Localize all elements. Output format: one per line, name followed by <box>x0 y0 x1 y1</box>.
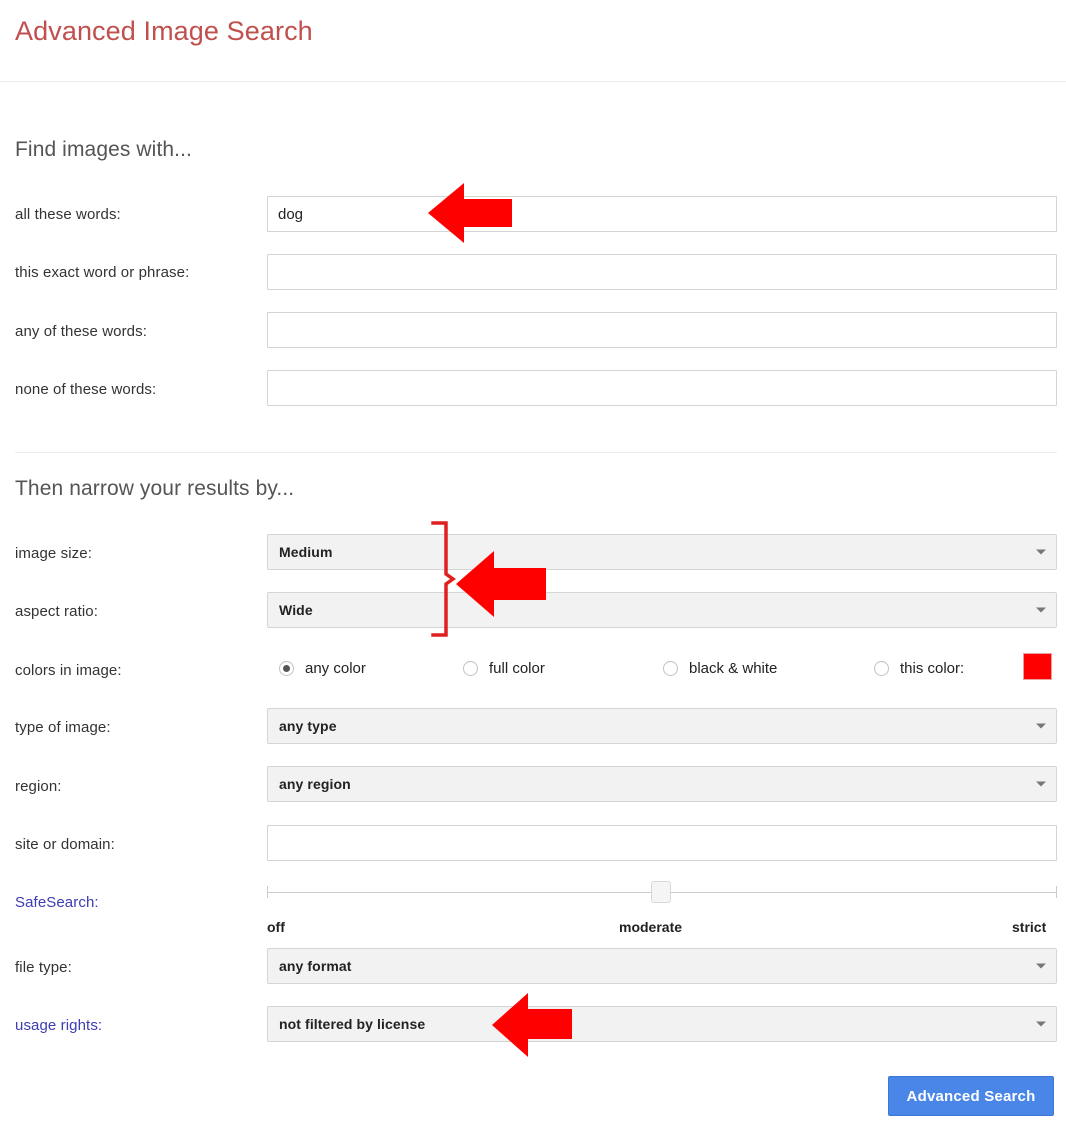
select-file-type[interactable]: any format <box>267 948 1057 984</box>
select-type-of-image-value: any type <box>279 718 337 734</box>
chevron-down-icon <box>1036 549 1046 555</box>
select-region[interactable]: any region <box>267 766 1057 802</box>
find-images-heading: Find images with... <box>15 138 192 161</box>
radio-button-icon <box>663 660 678 676</box>
safesearch-slider-thumb[interactable] <box>651 881 671 903</box>
label-file-type: file type: <box>15 959 72 976</box>
advanced-search-button[interactable]: Advanced Search <box>888 1076 1054 1116</box>
label-aspect-ratio: aspect ratio: <box>15 603 99 620</box>
radio-button-icon <box>279 660 294 676</box>
input-all-these-words[interactable] <box>267 196 1057 232</box>
radio-black-and-white-label: black & white <box>689 659 778 677</box>
select-file-type-value: any format <box>279 958 352 974</box>
select-aspect-ratio-value: Wide <box>279 602 313 618</box>
radio-this-color-label: this color: <box>900 659 965 677</box>
input-site-or-domain[interactable] <box>267 825 1057 861</box>
label-type-of-image: type of image: <box>15 719 111 736</box>
radio-button-icon <box>463 660 478 676</box>
radio-full-color-label: full color <box>489 659 545 677</box>
advanced-image-search-page: Advanced Image Search Find images with..… <box>0 0 1066 1125</box>
radio-any-color-label: any color <box>305 659 366 677</box>
header-divider <box>0 81 1066 82</box>
chevron-down-icon <box>1036 963 1046 969</box>
label-usage-rights[interactable]: usage rights: <box>15 1017 102 1034</box>
select-aspect-ratio[interactable]: Wide <box>267 592 1057 628</box>
safesearch-mark-moderate: moderate <box>619 919 683 935</box>
label-none-of-these-words: none of these words: <box>15 381 157 398</box>
input-any-of-these-words[interactable] <box>267 312 1057 348</box>
safesearch-mark-off: off <box>267 919 285 935</box>
page-header: Advanced Image Search <box>0 0 1066 82</box>
chevron-down-icon <box>1036 1021 1046 1027</box>
label-site-or-domain: site or domain: <box>15 836 115 853</box>
color-swatch-picker[interactable] <box>1023 653 1052 680</box>
safesearch-tick-strict <box>1056 886 1057 898</box>
radio-group-colors-in-image: any color full color black & white this … <box>0 655 1066 685</box>
input-none-of-these-words[interactable] <box>267 370 1057 406</box>
select-type-of-image[interactable]: any type <box>267 708 1057 744</box>
select-usage-rights[interactable]: not filtered by license <box>267 1006 1057 1042</box>
label-safesearch[interactable]: SafeSearch: <box>15 894 99 911</box>
select-region-value: any region <box>279 776 351 792</box>
chevron-down-icon <box>1036 781 1046 787</box>
select-image-size-value: Medium <box>279 544 333 560</box>
radio-full-color[interactable]: full color <box>463 655 545 681</box>
radio-any-color[interactable]: any color <box>279 655 366 681</box>
safesearch-tick-off <box>267 886 268 898</box>
radio-black-and-white[interactable]: black & white <box>663 655 777 681</box>
safesearch-mark-strict: strict <box>1012 919 1047 935</box>
label-all-these-words: all these words: <box>15 206 121 223</box>
label-any-of-these-words: any of these words: <box>15 323 147 340</box>
radio-button-icon <box>874 660 889 676</box>
narrow-results-heading: Then narrow your results by... <box>15 477 295 500</box>
input-this-exact-word-or-phrase[interactable] <box>267 254 1057 290</box>
section-divider <box>15 452 1057 453</box>
chevron-down-icon <box>1036 723 1046 729</box>
label-region: region: <box>15 778 62 795</box>
select-usage-rights-value: not filtered by license <box>279 1016 426 1032</box>
select-image-size[interactable]: Medium <box>267 534 1057 570</box>
radio-this-color[interactable]: this color: <box>874 655 964 681</box>
label-this-exact-word-or-phrase: this exact word or phrase: <box>15 264 190 281</box>
page-title: Advanced Image Search <box>15 16 313 46</box>
label-image-size: image size: <box>15 545 92 562</box>
chevron-down-icon <box>1036 607 1046 613</box>
